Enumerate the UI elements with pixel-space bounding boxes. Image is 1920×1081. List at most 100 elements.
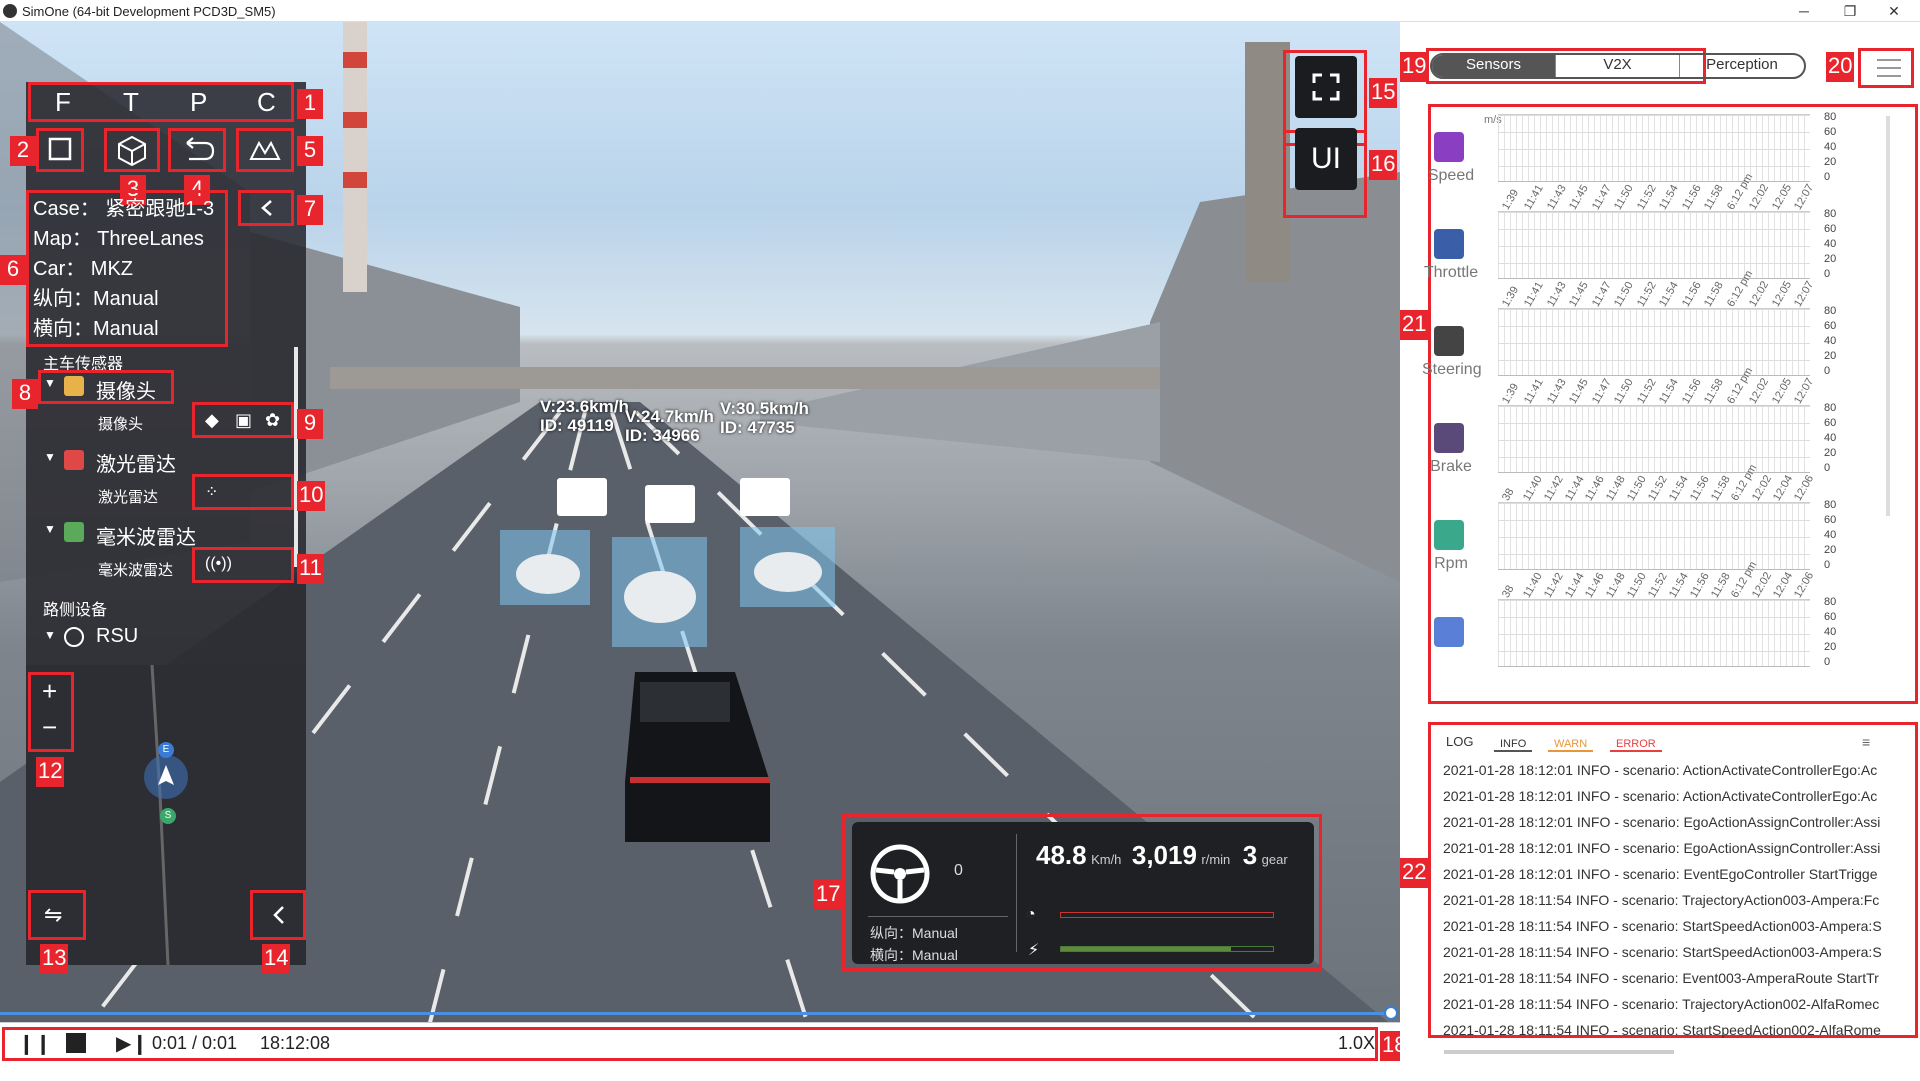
- case-row: Case： 紧密跟驰1-3: [33, 194, 214, 224]
- route-button[interactable]: ⇋: [28, 890, 86, 940]
- callout-badge: 19: [1400, 52, 1429, 82]
- vehicle-label: V:30.5km/h ID: 47735: [720, 399, 809, 437]
- x-tick-label: 12:07: [1792, 376, 1817, 406]
- collapse-info-button[interactable]: [238, 190, 294, 226]
- sensor-item-label: 毫米波雷达: [98, 562, 174, 579]
- x-tick-label: 11:43: [1544, 279, 1569, 309]
- log-list: 2021-01-28 18:12:01 INFO - scenario: Act…: [1400, 762, 1920, 1052]
- y-tick-label: 20: [1824, 447, 1837, 459]
- tab-perception[interactable]: Perception: [1680, 55, 1804, 77]
- y-tick-label: 40: [1824, 141, 1837, 153]
- log-line: 2021-01-28 18:12:01 INFO - scenario: Ego…: [1443, 814, 1881, 830]
- terrain-button[interactable]: [236, 128, 294, 172]
- lateral-row: 横向：Manual: [33, 314, 214, 344]
- chart-grid: [1498, 599, 1810, 667]
- car-value: MKZ: [90, 258, 134, 280]
- expand-arrow-icon[interactable]: ▼: [44, 376, 56, 390]
- camera-lens-icon[interactable]: ✿: [265, 410, 280, 431]
- view-mode-f[interactable]: F: [55, 87, 75, 118]
- square-view-button[interactable]: [36, 128, 84, 172]
- sensor-scrollbar[interactable]: [294, 347, 298, 567]
- progress-handle[interactable]: [1384, 1006, 1398, 1020]
- y-tick-label: 60: [1824, 223, 1837, 235]
- radar-icon: [64, 522, 84, 542]
- window-title: SimOne (64-bit Development PCD3D_SM5): [22, 4, 276, 19]
- fullscreen-button[interactable]: [1295, 56, 1357, 118]
- tab-sensors[interactable]: Sensors: [1432, 55, 1556, 77]
- x-tick-label: 11:45: [1567, 182, 1592, 212]
- x-tick-label: 11:54: [1657, 279, 1681, 309]
- x-tick-label: 12:06: [1792, 473, 1817, 503]
- x-tick-label: 11:42: [1541, 473, 1566, 503]
- section-title: 路侧设备: [43, 602, 108, 619]
- lateral-value: Manual: [912, 947, 958, 963]
- log-options-icon[interactable]: ≡: [1862, 734, 1870, 750]
- x-tick-label: 11:54: [1666, 473, 1691, 503]
- y-tick-label: 60: [1824, 611, 1837, 623]
- ui-toggle-button[interactable]: UI: [1295, 128, 1357, 190]
- x-tick-label: 12:02: [1747, 279, 1772, 309]
- x-tick-label: 1:39: [1500, 381, 1522, 406]
- callout-badge: 17: [814, 880, 843, 910]
- playback-progress[interactable]: [0, 1012, 1390, 1015]
- radar-wave-icon[interactable]: ((•)): [205, 555, 232, 573]
- y-tick-label: 0: [1824, 656, 1831, 668]
- zoom-out-button[interactable]: −: [42, 712, 57, 743]
- log-filter-warn[interactable]: WARN: [1548, 738, 1594, 752]
- view-mode-p[interactable]: P: [190, 87, 210, 118]
- chart-grid: [1498, 405, 1810, 473]
- playback-speed[interactable]: 1.0X: [1338, 1033, 1375, 1054]
- x-tick-label: 11:42: [1541, 570, 1566, 600]
- log-hscrollbar[interactable]: [1444, 1050, 1674, 1054]
- callout-badge: 13: [40, 944, 69, 974]
- rpm-unit: r/min: [1201, 852, 1231, 867]
- point-cloud-icon[interactable]: ⁘: [205, 482, 218, 502]
- steering-wheel-icon: [870, 844, 930, 904]
- cube-view-button[interactable]: [104, 128, 160, 172]
- chart-label: Throttle: [1423, 264, 1479, 281]
- sensor-item-label: 激光雷达: [98, 489, 159, 506]
- collapse-minimap-button[interactable]: [250, 890, 306, 940]
- log-line: 2021-01-28 18:11:54 INFO - scenario: Tra…: [1443, 892, 1880, 908]
- hamburger-menu-icon[interactable]: [1877, 59, 1901, 77]
- close-button[interactable]: ✕: [1876, 1, 1912, 21]
- y-tick-label: 80: [1824, 596, 1837, 608]
- chart-grid: [1498, 502, 1810, 570]
- callout-badge: 5: [297, 136, 323, 166]
- zoom-in-button[interactable]: +: [42, 676, 57, 707]
- playback-clock: 18:12:08: [260, 1033, 331, 1053]
- stop-button[interactable]: [66, 1033, 86, 1053]
- tab-v2x[interactable]: V2X: [1556, 55, 1680, 77]
- x-tick-label: 11:52: [1634, 376, 1659, 406]
- log-filter-error[interactable]: ERROR: [1610, 738, 1662, 752]
- longitudinal-value: Manual: [912, 925, 958, 941]
- camera-view-icon[interactable]: ◆: [205, 410, 219, 431]
- y-tick-label: 20: [1824, 253, 1837, 265]
- expand-arrow-icon[interactable]: ▼: [44, 450, 56, 464]
- restore-button[interactable]: ❐: [1832, 1, 1868, 21]
- log-filter-info[interactable]: INFO: [1494, 738, 1533, 752]
- expand-arrow-icon[interactable]: ▼: [44, 628, 56, 642]
- charts-scrollbar[interactable]: [1886, 116, 1890, 516]
- sensor-group-label: 毫米波雷达: [96, 527, 196, 549]
- camera-frame-icon[interactable]: ▣: [235, 410, 252, 431]
- undo-button[interactable]: [168, 128, 226, 172]
- chart-label: Speed: [1427, 167, 1475, 184]
- step-forward-button[interactable]: ▶❙: [116, 1031, 148, 1056]
- view-mode-c[interactable]: C: [257, 87, 277, 118]
- x-tick-label: 1:39: [1500, 284, 1522, 309]
- simulation-viewport[interactable]: V:23.6km/h ID: 49119 V:24.7km/h ID: 3496…: [0, 22, 1400, 1062]
- log-line: 2021-01-28 18:11:54 INFO - scenario: Eve…: [1443, 970, 1879, 986]
- x-tick-label: 11:50: [1612, 182, 1637, 212]
- longitudinal-label: 纵向：: [870, 925, 912, 941]
- log-line: 2021-01-28 18:12:01 INFO - scenario: Eve…: [1443, 866, 1878, 882]
- x-tick-label: 11:50: [1612, 279, 1637, 309]
- chart-row: Speed 80 60 40 20 0 1:39 11:41 11:43 11:45 11:47 11…: [1400, 112, 1920, 213]
- pause-button[interactable]: ❙❙: [18, 1031, 52, 1056]
- minimize-button[interactable]: ─: [1786, 1, 1822, 21]
- x-tick-label: 11:47: [1589, 376, 1614, 406]
- expand-arrow-icon[interactable]: ▼: [44, 522, 56, 536]
- sensor-chart-icon: [1434, 132, 1464, 162]
- right-panel: 19 Sensors V2X Perception 20 21 m/s Spee…: [1400, 22, 1920, 1081]
- view-mode-t[interactable]: T: [123, 87, 143, 118]
